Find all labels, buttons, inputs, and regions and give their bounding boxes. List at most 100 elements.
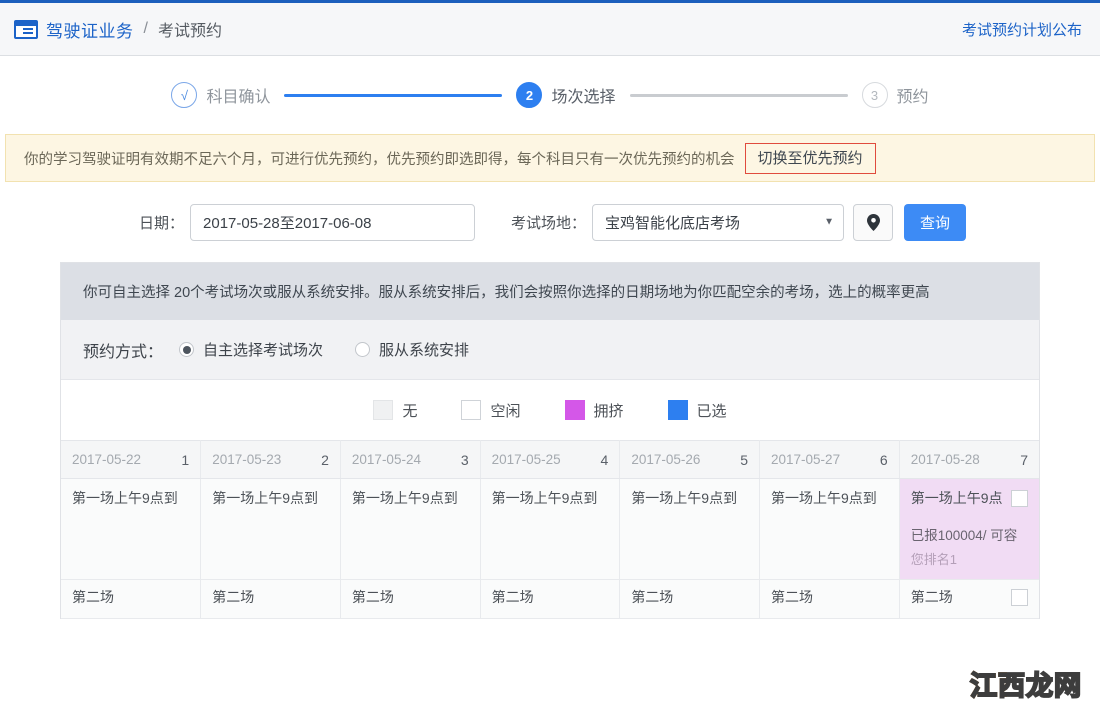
step-3: 3 预约 (862, 82, 929, 108)
session-cell[interactable]: 第二场 (760, 580, 900, 619)
session-cell[interactable]: 第一场上午9点到 (61, 479, 201, 580)
calendar-col-3-num: 3 (461, 452, 469, 468)
date-input[interactable] (190, 204, 475, 241)
legend-item-none: 无 (373, 400, 417, 421)
session-calendar: 2017-05-22 1 2017-05-23 2 2017-05-24 3 2… (61, 440, 1039, 619)
venue-label: 考试场地： (511, 212, 586, 233)
list-icon (14, 20, 38, 39)
session-cell-title: 第一场上午9点到 (212, 490, 318, 508)
legend-label-none: 无 (402, 400, 417, 421)
session-rank: 您排名1 (911, 549, 1028, 568)
legend-swatch-busy (565, 400, 585, 420)
session-cell[interactable]: 第一场上午9点到 (480, 479, 620, 580)
map-pin-button[interactable] (853, 204, 893, 241)
session-cell-title: 第一场上午9点到 (631, 490, 737, 508)
venue-select-value: 宝鸡智能化底店考场 (605, 212, 740, 233)
priority-booking-banner: 你的学习驾驶证明有效期不足六个月，可进行优先预约，优先预约即选即得，每个科目只有… (5, 134, 1095, 182)
session-cell[interactable]: 第二场 (201, 580, 341, 619)
session-cell-title: 第一场上午9点到 (72, 490, 178, 508)
session-cell-title: 第一场上午9点到 (771, 490, 877, 508)
session-cell[interactable]: 第一场上午9点到 (201, 479, 341, 580)
banner-text: 你的学习驾驶证明有效期不足六个月，可进行优先预约，优先预约即选即得，每个科目只有… (24, 148, 735, 169)
step-2-label: 场次选择 (551, 83, 615, 107)
step-3-marker: 3 (862, 82, 888, 108)
session-cell-title: 第二场 (492, 589, 534, 607)
step-connector-1 (284, 94, 502, 97)
radio-self-select-label: 自主选择考试场次 (203, 339, 323, 360)
switch-to-priority-button[interactable]: 切换至优先预约 (745, 143, 876, 174)
session-cell[interactable]: 第二场 (340, 580, 480, 619)
session-cell[interactable]: 第一场上午9点到 (340, 479, 480, 580)
session-cell-crowded[interactable]: 第一场上午9点 已报100004/ 可容 您排名1 (899, 479, 1039, 580)
breadcrumb-root[interactable]: 驾驶证业务 (46, 17, 134, 42)
legend-swatch-free (461, 400, 481, 420)
session-cell-title: 第二场 (631, 589, 673, 607)
booking-mode-title: 预约方式： (83, 338, 163, 362)
breadcrumb-current: 考试预约 (158, 17, 222, 41)
calendar-row-session-1: 第一场上午9点到 第一场上午9点到 第一场上午9点到 第一场上午9点到 第一场上… (61, 479, 1039, 580)
calendar-col-6: 2017-05-27 6 (760, 441, 900, 479)
legend-swatch-none (373, 400, 393, 420)
session-cell-title: 第二场 (911, 589, 953, 607)
session-cell[interactable]: 第二场 (61, 580, 201, 619)
session-cell[interactable]: 第二场 (899, 580, 1039, 619)
radio-self-select[interactable]: 自主选择考试场次 (179, 339, 323, 360)
calendar-col-4-num: 4 (601, 452, 609, 468)
legend-item-free: 空闲 (461, 400, 520, 421)
legend-swatch-picked (668, 400, 688, 420)
chevron-down-icon: ▼ (824, 217, 834, 228)
session-checkbox[interactable] (1011, 490, 1028, 507)
exam-plan-link[interactable]: 考试预约计划公布 (962, 19, 1082, 40)
calendar-col-4: 2017-05-25 4 (480, 441, 620, 479)
radio-system-assign[interactable]: 服从系统安排 (355, 339, 469, 360)
session-cell[interactable]: 第一场上午9点到 (760, 479, 900, 580)
progress-stepper: √ 科目确认 2 场次选择 3 预约 (0, 56, 1100, 134)
step-1-label: 科目确认 (206, 83, 270, 107)
calendar-col-3-date: 2017-05-24 (352, 452, 421, 467)
query-button[interactable]: 查询 (904, 204, 966, 241)
legend-item-busy: 拥挤 (565, 400, 624, 421)
legend-item-picked: 已选 (668, 400, 727, 421)
calendar-col-1-date: 2017-05-22 (72, 452, 141, 467)
calendar-col-7: 2017-05-28 7 (899, 441, 1039, 479)
session-cell[interactable]: 第二场 (620, 580, 760, 619)
step-connector-2 (630, 94, 848, 97)
watermark: 江西龙网 (970, 664, 1082, 703)
calendar-col-1: 2017-05-22 1 (61, 441, 201, 479)
session-cell[interactable]: 第一场上午9点到 (620, 479, 760, 580)
session-cell-title: 第一场上午9点 (911, 490, 1003, 508)
step-2-marker: 2 (516, 82, 542, 108)
legend-label-busy: 拥挤 (594, 400, 624, 421)
session-cell-title: 第二场 (352, 589, 394, 607)
calendar-col-5: 2017-05-26 5 (620, 441, 760, 479)
session-checkbox[interactable] (1011, 589, 1028, 606)
session-cell-title: 第二场 (212, 589, 254, 607)
session-cell[interactable]: 第二场 (480, 580, 620, 619)
session-capacity: 已报100004/ 可容 (911, 524, 1028, 544)
date-label: 日期： (139, 212, 184, 233)
step-3-label: 预约 (897, 83, 929, 107)
session-cell-title: 第二场 (771, 589, 813, 607)
legend-label-picked: 已选 (697, 400, 727, 421)
location-pin-icon (867, 214, 880, 231)
booking-mode-bar: 预约方式： 自主选择考试场次 服从系统安排 (61, 320, 1039, 380)
radio-system-assign-dot (355, 342, 370, 357)
calendar-col-5-num: 5 (740, 452, 748, 468)
calendar-col-7-date: 2017-05-28 (911, 452, 980, 467)
calendar-col-6-date: 2017-05-27 (771, 452, 840, 467)
calendar-header-row: 2017-05-22 1 2017-05-23 2 2017-05-24 3 2… (61, 441, 1039, 479)
step-1: √ 科目确认 (171, 82, 270, 108)
calendar-col-7-num: 7 (1020, 452, 1028, 468)
info-text: 你可自主选择 20个考试场次或服从系统安排。服从系统安排后，我们会按照你选择的日… (83, 281, 930, 302)
legend-label-free: 空闲 (490, 400, 520, 421)
step-2: 2 场次选择 (516, 82, 615, 108)
session-cell-title: 第一场上午9点到 (352, 490, 458, 508)
radio-self-select-dot (179, 342, 194, 357)
step-1-marker: √ (171, 82, 197, 108)
calendar-col-6-num: 6 (880, 452, 888, 468)
breadcrumb: 驾驶证业务 / 考试预约 (14, 17, 222, 42)
booking-panel: 你可自主选择 20个考试场次或服从系统安排。服从系统安排后，我们会按照你选择的日… (60, 262, 1040, 619)
info-bar: 你可自主选择 20个考试场次或服从系统安排。服从系统安排后，我们会按照你选择的日… (61, 263, 1039, 320)
venue-select[interactable]: 宝鸡智能化底店考场 (592, 204, 844, 241)
calendar-col-5-date: 2017-05-26 (631, 452, 700, 467)
